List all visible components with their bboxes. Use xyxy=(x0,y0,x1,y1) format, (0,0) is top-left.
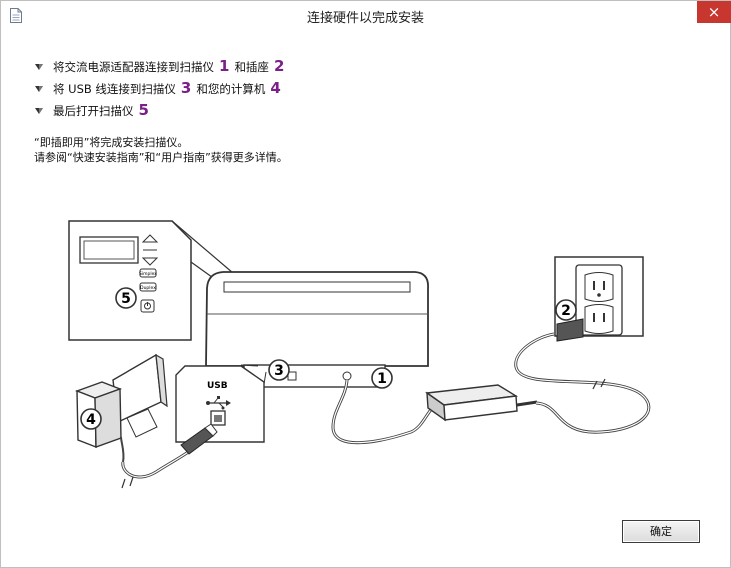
content-area: 将交流电源适配器连接到扫描仪 1 和插座 2 将 USB 线连接到扫描仪 3 和… xyxy=(1,32,730,567)
installer-window: 连接硬件以完成安装 × 将交流电源适配器连接到扫描仪 1 和插座 2 将 USB… xyxy=(0,0,731,568)
ok-button[interactable]: 确定 xyxy=(622,520,700,543)
power-adapter xyxy=(425,384,538,422)
usb-port-zoom: USB xyxy=(175,364,267,443)
callout-2: 2 xyxy=(561,303,571,319)
callout-1: 1 xyxy=(377,371,387,387)
usb-label: USB xyxy=(207,381,228,391)
wall-outlet: 2 xyxy=(554,256,644,342)
callout-5: 5 xyxy=(121,291,131,307)
connection-illustration: Simplex Duplex 5 3 1 2 4 USB xyxy=(68,220,651,489)
title-bar: 连接硬件以完成安装 × xyxy=(1,1,731,31)
duplex-label: Duplex xyxy=(140,285,156,291)
callout-3: 3 xyxy=(274,363,284,379)
callout-4: 4 xyxy=(86,412,96,428)
simplex-label: Simplex xyxy=(139,271,157,277)
close-button[interactable]: × xyxy=(697,1,731,23)
computer: 4 xyxy=(75,353,168,449)
window-title: 连接硬件以完成安装 xyxy=(306,11,424,26)
